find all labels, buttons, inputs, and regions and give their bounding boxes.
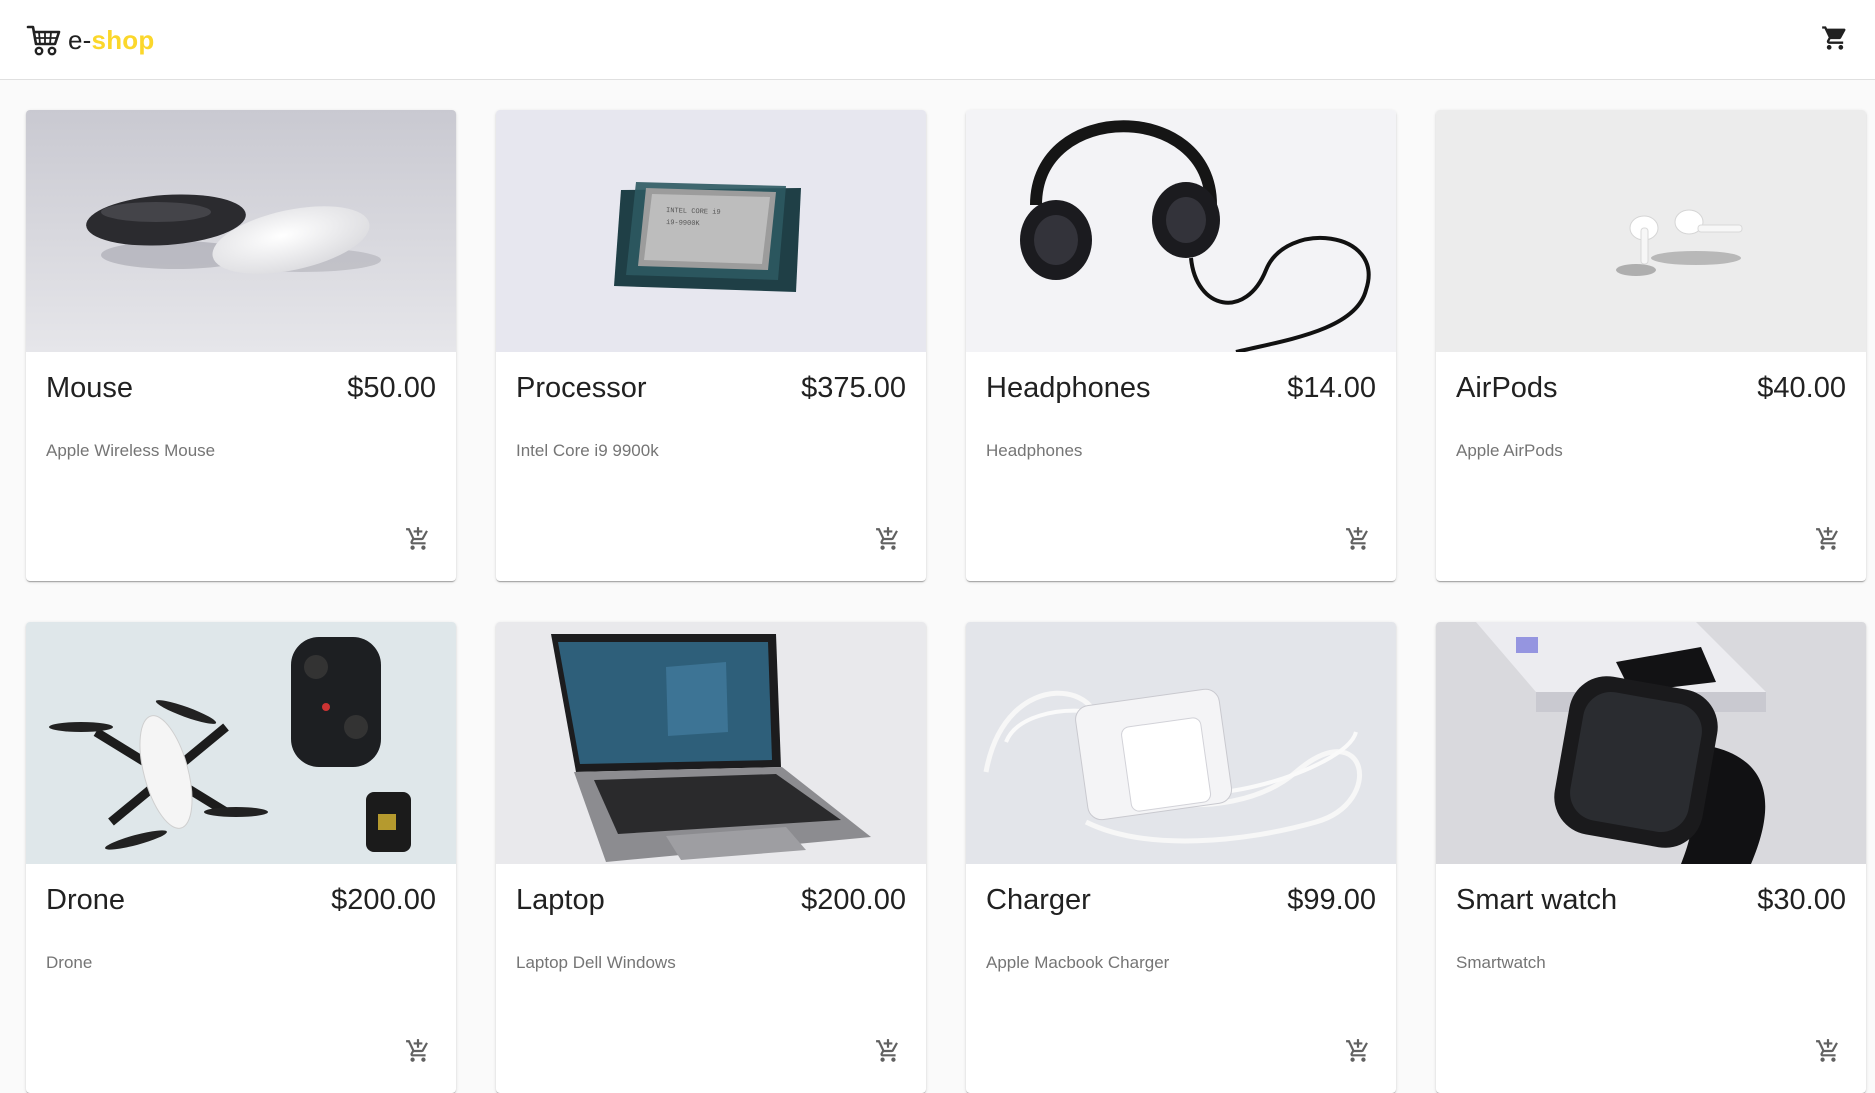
product-card[interactable]: AirPods $40.00 Apple AirPods xyxy=(1436,110,1866,581)
app-bar: e-shop xyxy=(0,0,1875,80)
product-card[interactable]: Headphones $14.00 Headphones xyxy=(966,110,1396,581)
product-name: Laptop xyxy=(516,884,605,916)
product-description: Laptop Dell Windows xyxy=(516,953,676,972)
product-image xyxy=(1436,110,1866,352)
product-description: Headphones xyxy=(986,441,1083,460)
product-name: Mouse xyxy=(46,372,134,404)
product-price: $375.00 xyxy=(801,372,906,404)
product-image xyxy=(26,622,456,864)
add-shopping-cart-icon xyxy=(875,526,901,557)
product-name: Charger xyxy=(986,884,1091,916)
brand-name: e-shop xyxy=(68,25,154,56)
brand-logo[interactable]: e-shop xyxy=(26,22,154,58)
product-description: Apple Wireless Mouse xyxy=(46,441,216,460)
add-shopping-cart-icon xyxy=(1345,1038,1371,1069)
product-price: $99.00 xyxy=(1287,884,1376,916)
shopping-cart-icon xyxy=(1821,24,1849,57)
add-shopping-cart-icon xyxy=(1815,526,1841,557)
product-card[interactable]: Smart watch $30.00 Smartwatch xyxy=(1436,622,1866,1093)
card-title-row: AirPods $40.00 xyxy=(1456,372,1846,405)
brand-accent: shop xyxy=(91,24,155,55)
product-image xyxy=(1436,622,1866,864)
add-shopping-cart-icon xyxy=(405,1038,431,1069)
product-price: $40.00 xyxy=(1757,372,1846,404)
product-image: INTEL CORE i9 i9-9900K xyxy=(496,110,926,352)
product-card[interactable]: INTEL CORE i9 i9-9900K Processor $375.00… xyxy=(496,110,926,581)
product-name: AirPods xyxy=(1456,372,1558,404)
product-description: Smartwatch xyxy=(1456,953,1546,972)
product-price: $50.00 xyxy=(347,372,436,404)
product-price: $30.00 xyxy=(1757,884,1846,916)
product-description: Apple Macbook Charger xyxy=(986,953,1170,972)
product-image xyxy=(26,110,456,352)
add-to-cart-button[interactable] xyxy=(868,1033,908,1073)
card-title-row: Drone $200.00 xyxy=(46,884,436,917)
card-title-row: Smart watch $30.00 xyxy=(1456,884,1846,917)
product-name: Drone xyxy=(46,884,125,916)
svg-text:i9-9900K: i9-9900K xyxy=(666,219,701,228)
add-to-cart-button[interactable] xyxy=(398,521,438,561)
card-title-row: Charger $99.00 xyxy=(986,884,1376,917)
product-name: Processor xyxy=(516,372,647,404)
product-description: Intel Core i9 9900k xyxy=(516,441,659,460)
add-to-cart-button[interactable] xyxy=(1808,1033,1848,1073)
add-shopping-cart-icon xyxy=(1345,526,1371,557)
card-title-row: Processor $375.00 xyxy=(516,372,906,405)
product-card[interactable]: Laptop $200.00 Laptop Dell Windows xyxy=(496,622,926,1093)
product-card[interactable]: Mouse $50.00 Apple Wireless Mouse xyxy=(26,110,456,581)
add-to-cart-button[interactable] xyxy=(1338,1033,1378,1073)
product-price: $14.00 xyxy=(1287,372,1376,404)
add-to-cart-button[interactable] xyxy=(1808,521,1848,561)
product-price: $200.00 xyxy=(801,884,906,916)
add-to-cart-button[interactable] xyxy=(868,521,908,561)
product-image xyxy=(966,110,1396,352)
product-price: $200.00 xyxy=(331,884,436,916)
add-shopping-cart-icon xyxy=(1815,1038,1841,1069)
add-to-cart-button[interactable] xyxy=(398,1033,438,1073)
card-title-row: Headphones $14.00 xyxy=(986,372,1376,405)
brand-prefix: e- xyxy=(68,24,92,55)
product-card[interactable]: Drone $200.00 Drone xyxy=(26,622,456,1093)
shopping-cart-logo-icon xyxy=(26,23,62,57)
product-image xyxy=(966,622,1396,864)
cart-button[interactable] xyxy=(1815,20,1855,60)
add-shopping-cart-icon xyxy=(875,1038,901,1069)
product-card[interactable]: Charger $99.00 Apple Macbook Charger xyxy=(966,622,1396,1093)
product-name: Smart watch xyxy=(1456,884,1618,916)
add-shopping-cart-icon xyxy=(405,526,431,557)
add-to-cart-button[interactable] xyxy=(1338,521,1378,561)
product-description: Apple AirPods xyxy=(1456,441,1563,460)
product-name: Headphones xyxy=(986,372,1151,404)
product-description: Drone xyxy=(46,953,93,972)
card-title-row: Mouse $50.00 xyxy=(46,372,436,405)
card-title-row: Laptop $200.00 xyxy=(516,884,906,917)
product-image xyxy=(496,622,926,864)
